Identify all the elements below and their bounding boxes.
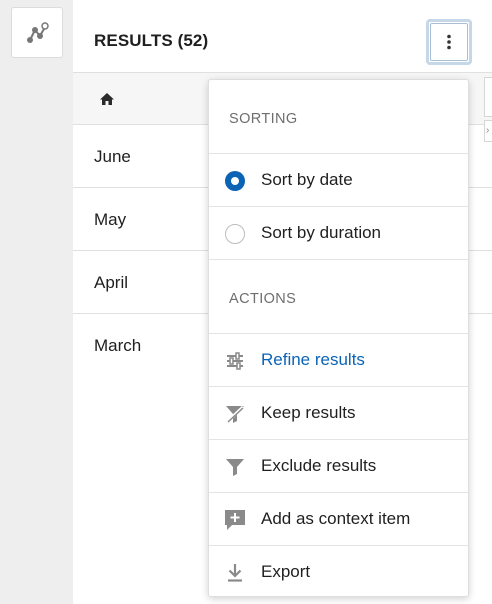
list-item-label: March	[94, 336, 142, 355]
keep-results-item[interactable]: Keep results	[209, 387, 468, 440]
exclude-results-label: Exclude results	[261, 456, 377, 475]
exclude-results-item[interactable]: Exclude results	[209, 440, 468, 493]
sliders-icon	[227, 352, 243, 370]
comment-plus-icon	[225, 510, 245, 530]
filter-cross-icon	[225, 405, 245, 424]
left-rail	[0, 0, 73, 604]
panel-header: RESULTS (52)	[73, 0, 492, 73]
export-label: Export	[261, 562, 311, 581]
list-item-label: April	[94, 273, 129, 292]
add-context-item[interactable]: Add as context item	[209, 493, 468, 546]
kebab-menu-icon	[447, 34, 451, 50]
radio-selected-icon[interactable]	[225, 171, 245, 191]
keep-results-label: Keep results	[261, 403, 356, 422]
filter-icon	[226, 459, 244, 476]
refine-results-label: Refine results	[261, 350, 365, 369]
side-panel-tab[interactable]	[484, 77, 492, 117]
sorting-heading: SORTING	[209, 80, 468, 154]
sort-by-duration-label: Sort by duration	[261, 223, 382, 242]
sort-by-date-option[interactable]: Sort by date	[209, 154, 468, 207]
sorting-heading-label: SORTING	[229, 111, 298, 127]
list-item-label: May	[94, 210, 127, 229]
export-item[interactable]: Export	[209, 546, 468, 599]
add-context-label: Add as context item	[261, 509, 411, 528]
download-icon	[228, 564, 242, 582]
sort-by-duration-option[interactable]: Sort by duration	[209, 207, 468, 260]
radio-unselected-icon[interactable]	[225, 224, 245, 244]
refine-results-item[interactable]: Refine results	[209, 334, 468, 387]
graph-button[interactable]	[11, 7, 63, 58]
sort-by-date-label: Sort by date	[261, 170, 353, 189]
actions-heading-label: ACTIONS	[229, 291, 297, 307]
actions-heading: ACTIONS	[209, 260, 468, 334]
list-item-label: June	[94, 147, 131, 166]
options-menu: SORTING Sort by date Sort by duration AC…	[208, 79, 469, 597]
graph-nodes-icon	[27, 21, 49, 43]
home-icon[interactable]	[100, 93, 114, 105]
results-title: RESULTS (52)	[94, 31, 209, 50]
more-options-button[interactable]	[426, 19, 472, 65]
